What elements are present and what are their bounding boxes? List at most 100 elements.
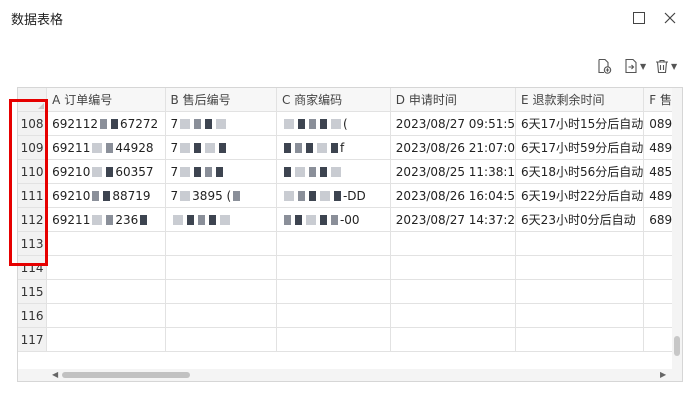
apply-time-cell[interactable]: 2023/08/25 11:38:1	[390, 159, 517, 184]
empty-cell[interactable]	[165, 327, 277, 352]
row-number[interactable]: 117	[18, 327, 48, 352]
merchant-code-cell[interactable]: -00	[276, 207, 391, 232]
empty-cell[interactable]	[46, 231, 166, 256]
select-all-corner[interactable]	[18, 88, 48, 112]
vertical-scroll-thumb[interactable]	[674, 336, 680, 356]
empty-cell[interactable]	[515, 231, 645, 256]
apply-time-cell[interactable]: 2023/08/27 14:37:2	[390, 207, 517, 232]
table-row: 115	[18, 279, 682, 304]
scroll-left-arrow-icon[interactable]: ◀	[52, 370, 58, 379]
maximize-icon	[633, 12, 645, 24]
scroll-right-arrow-icon[interactable]: ▶	[660, 370, 666, 379]
export-button[interactable]: ▼	[623, 55, 651, 77]
refund-remaining-cell[interactable]: 6天18小时56分后自动	[515, 159, 645, 184]
order-number-cell[interactable]: 69210 88719	[46, 183, 166, 208]
empty-cell[interactable]	[276, 327, 391, 352]
export-dropdown-caret[interactable]: ▼	[640, 62, 646, 71]
column-header-e[interactable]: E 退款剩余时间	[515, 88, 645, 112]
row-number[interactable]: 115	[18, 279, 48, 304]
table-row: 112 69211 236 -00 2023/08/27 14:37:2 6天23…	[18, 207, 682, 232]
empty-cell[interactable]	[165, 255, 277, 280]
apply-time-cell[interactable]: 2023/08/26 21:07:0	[390, 135, 517, 160]
window-title: 数据表格	[11, 13, 64, 28]
export-icon	[625, 58, 637, 74]
column-header-d[interactable]: D 申请时间	[390, 88, 517, 112]
empty-cell[interactable]	[515, 279, 645, 304]
delete-button[interactable]: ▼	[654, 55, 684, 77]
empty-cell[interactable]	[390, 303, 517, 328]
empty-cell[interactable]	[390, 327, 517, 352]
header-row: A 订单编号 B 售后编号 C 商家编码 D 申请时间 E 退款剩余时间 F 售	[18, 88, 682, 112]
order-number-cell[interactable]: 69211 44928	[46, 135, 166, 160]
empty-cell[interactable]	[46, 279, 166, 304]
refund-remaining-cell[interactable]: 6天19小时22分后自动	[515, 183, 645, 208]
aftersale-number-cell[interactable]: 7	[165, 159, 277, 184]
row-number[interactable]: 113	[18, 231, 48, 256]
empty-cell[interactable]	[46, 303, 166, 328]
table-row: 114	[18, 255, 682, 280]
merchant-code-cell[interactable]: f	[276, 135, 391, 160]
merchant-code-cell[interactable]: -DD	[276, 183, 391, 208]
order-number-cell[interactable]: 69210 60357	[46, 159, 166, 184]
empty-cell[interactable]	[515, 327, 645, 352]
row-number[interactable]: 109	[18, 135, 48, 160]
close-icon	[664, 12, 676, 24]
column-header-a[interactable]: A 订单编号	[46, 88, 166, 112]
apply-time-cell[interactable]: 2023/08/26 16:04:5	[390, 183, 517, 208]
merchant-code-cell[interactable]: (	[276, 111, 391, 136]
horizontal-scroll-thumb[interactable]	[62, 372, 190, 378]
table-row: 108 692112 67272 7 ( 2023/08/27 09:51:5 6…	[18, 111, 682, 136]
close-button[interactable]	[658, 6, 682, 30]
column-header-b[interactable]: B 售后编号	[165, 88, 277, 112]
table-row: 117	[18, 327, 682, 352]
empty-cell[interactable]	[390, 279, 517, 304]
empty-cell[interactable]	[276, 231, 391, 256]
empty-cell[interactable]	[46, 327, 166, 352]
toolbar: ▼ ▼	[590, 55, 690, 77]
empty-cell[interactable]	[390, 231, 517, 256]
aftersale-number-cell[interactable]: 7	[165, 111, 277, 136]
data-table: A 订单编号 B 售后编号 C 商家编码 D 申请时间 E 退款剩余时间 F 售…	[18, 88, 682, 352]
merchant-code-cell[interactable]	[276, 159, 391, 184]
table-row: 116	[18, 303, 682, 328]
empty-cell[interactable]	[515, 303, 645, 328]
empty-cell[interactable]	[276, 303, 391, 328]
refund-remaining-cell[interactable]: 6天17小时15分后自动	[515, 111, 645, 136]
refund-remaining-cell[interactable]: 6天17小时59分后自动	[515, 135, 645, 160]
delete-dropdown-caret[interactable]: ▼	[671, 62, 677, 71]
row-number[interactable]: 111	[18, 183, 48, 208]
empty-cell[interactable]	[390, 255, 517, 280]
vertical-scrollbar[interactable]	[672, 88, 682, 371]
add-file-icon	[598, 58, 612, 74]
order-number-cell[interactable]: 692112 67272	[46, 111, 166, 136]
aftersale-number-cell[interactable]: 7	[165, 135, 277, 160]
row-number[interactable]: 110	[18, 159, 48, 184]
add-file-button[interactable]	[596, 55, 616, 77]
refund-remaining-cell[interactable]: 6天23小时0分后自动	[515, 207, 645, 232]
apply-time-cell[interactable]: 2023/08/27 09:51:5	[390, 111, 517, 136]
table-row: 113	[18, 231, 682, 256]
horizontal-scrollbar[interactable]: ◀ ▶	[18, 369, 682, 381]
empty-cell[interactable]	[165, 279, 277, 304]
empty-cell[interactable]	[276, 279, 391, 304]
row-number[interactable]: 116	[18, 303, 48, 328]
maximize-button[interactable]	[627, 6, 651, 30]
empty-cell[interactable]	[515, 255, 645, 280]
empty-cell[interactable]	[165, 231, 277, 256]
title-bar: 数据表格	[0, 0, 700, 36]
table-row: 110 69210 60357 7 2023/08/25 11:38:1 6天18…	[18, 159, 682, 184]
order-number-cell[interactable]: 69211 236	[46, 207, 166, 232]
aftersale-number-cell[interactable]	[165, 207, 277, 232]
empty-cell[interactable]	[46, 255, 166, 280]
row-number[interactable]: 108	[18, 111, 48, 136]
empty-cell[interactable]	[276, 255, 391, 280]
column-header-c[interactable]: C 商家编码	[276, 88, 391, 112]
empty-cell[interactable]	[165, 303, 277, 328]
aftersale-number-cell[interactable]: 7 3895 (	[165, 183, 277, 208]
data-grid: A 订单编号 B 售后编号 C 商家编码 D 申请时间 E 退款剩余时间 F 售…	[17, 87, 683, 382]
trash-icon	[656, 59, 668, 74]
row-number[interactable]: 112	[18, 207, 48, 232]
table-row: 111 69210 88719 7 3895 ( -DD 2023/08/26 16…	[18, 183, 682, 208]
table-row: 109 69211 44928 7 f 2023/08/26 21:07:0 6天…	[18, 135, 682, 160]
row-number[interactable]: 114	[18, 255, 48, 280]
